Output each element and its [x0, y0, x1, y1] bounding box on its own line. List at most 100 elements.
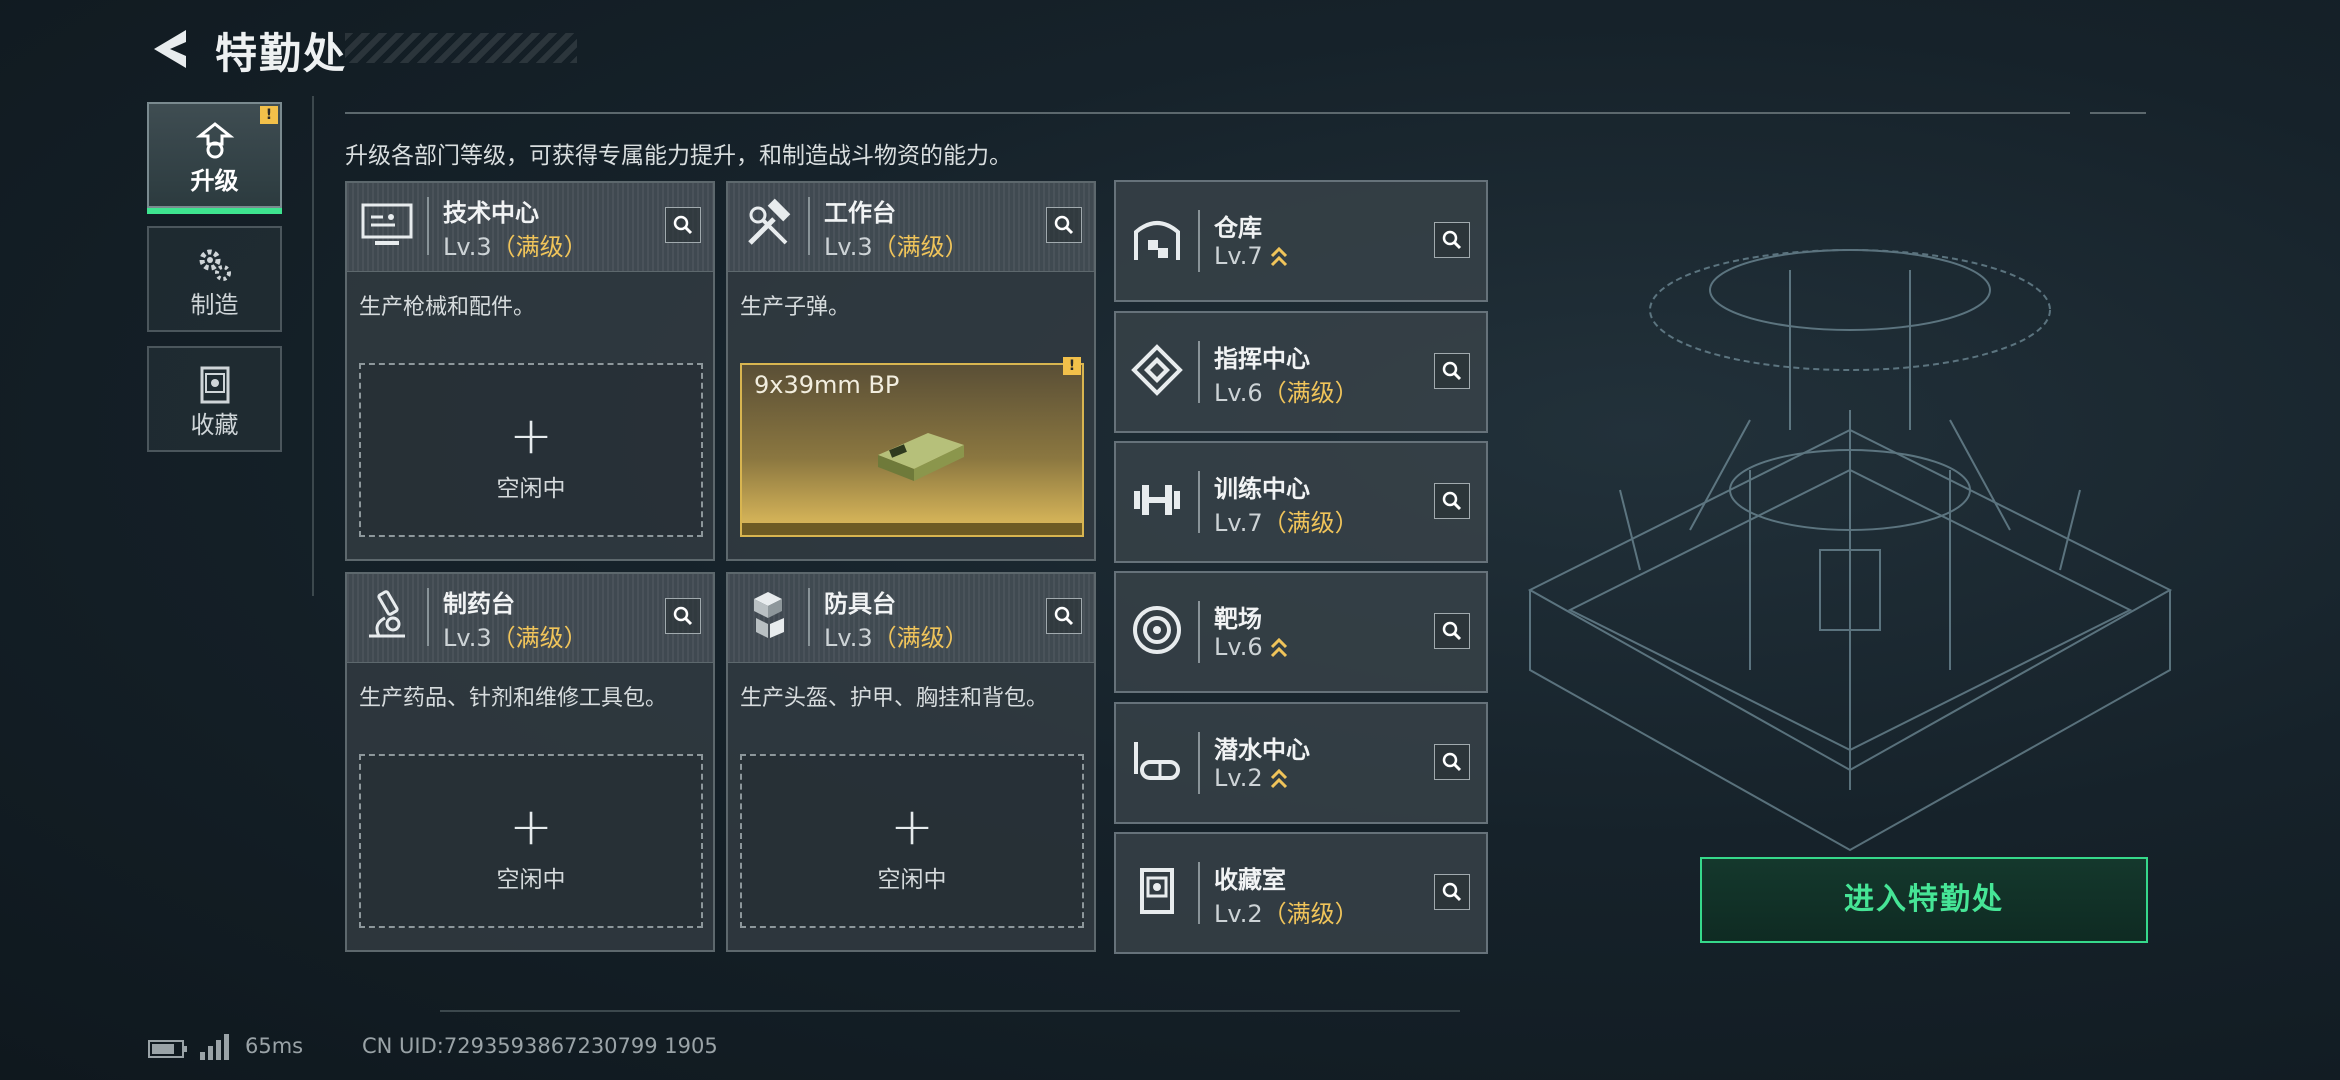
facility-level: Lv.7（满级） [1214, 509, 1359, 537]
add-icon: + [509, 797, 553, 857]
search-icon [673, 606, 693, 626]
dumbbell-icon [1134, 485, 1180, 515]
search-icon [1442, 621, 1462, 641]
divider [312, 96, 314, 596]
department-level: Lv.3（满级） [443, 233, 588, 261]
search-icon [1442, 882, 1462, 902]
department-level: Lv.3（满级） [824, 624, 969, 652]
facility-name: 仓库 [1214, 214, 1262, 242]
page-subtitle: 升级各部门等级，可获得专属能力提升，和制造战斗物资的能力。 [345, 143, 1012, 169]
computer-icon [361, 203, 413, 245]
search-icon [1442, 752, 1462, 772]
armor-boxes-icon [754, 592, 784, 638]
divider [440, 1010, 1460, 1012]
tab-collection[interactable]: 收藏 [147, 346, 282, 452]
tab-label: 收藏 [190, 411, 239, 439]
search-button[interactable] [1434, 483, 1470, 519]
user-uid: CN UID:7293593867230799 1905 [362, 1034, 718, 1058]
search-button[interactable] [1434, 744, 1470, 780]
search-button[interactable] [1046, 598, 1082, 634]
tab-label: 制造 [190, 291, 239, 319]
warning-badge: ! [1063, 357, 1081, 375]
search-button[interactable] [1434, 353, 1470, 389]
search-button[interactable] [1434, 613, 1470, 649]
department-description: 生产子弹。 [740, 295, 851, 320]
title-decoration [345, 33, 577, 63]
tab-upgrade[interactable]: ! 升级 [147, 102, 282, 214]
slot-status: 空闲中 [496, 476, 566, 502]
facility-card-command-center[interactable]: 指挥中心 Lv.6（满级） [1114, 311, 1488, 433]
add-icon: + [509, 406, 553, 466]
collection-icon [200, 366, 229, 404]
tab-craft[interactable]: 制造 [147, 226, 282, 332]
warning-badge: ! [260, 106, 278, 124]
facility-level: Lv.2 [1214, 764, 1288, 792]
search-icon [1442, 361, 1462, 381]
search-button[interactable] [665, 598, 701, 634]
search-button[interactable] [1046, 207, 1082, 243]
building-wireframe-image [1527, 249, 2173, 852]
department-level: Lv.3（满级） [824, 233, 969, 261]
facility-card-warehouse[interactable]: 仓库 Lv.7 [1114, 180, 1488, 302]
production-slot[interactable]: + 空闲中 [359, 363, 703, 537]
department-card-tech-center[interactable]: 技术中心 Lv.3（满级） 生产枪械和配件。 + 空闲中 [345, 181, 715, 561]
product-name: 9x39mm BP [754, 371, 900, 399]
search-icon [673, 215, 693, 235]
facility-name: 收藏室 [1214, 866, 1286, 894]
upgrade-icon [195, 122, 234, 159]
divider [345, 112, 2070, 114]
enter-special-ops-button[interactable]: 进入特勤处 [1700, 857, 2148, 943]
production-slot[interactable]: + 空闲中 [359, 754, 703, 928]
upgrade-available-icon [1271, 637, 1288, 658]
microscope-icon [369, 590, 405, 638]
search-icon [1442, 491, 1462, 511]
facility-level: Lv.7 [1214, 242, 1288, 270]
ammo-box-icon [878, 433, 964, 481]
search-icon [1054, 215, 1074, 235]
department-name: 防具台 [824, 590, 896, 618]
divider [2090, 112, 2146, 114]
department-level: Lv.3（满级） [443, 624, 588, 652]
department-name: 技术中心 [443, 199, 539, 227]
facility-name: 靶场 [1214, 605, 1262, 633]
collection-icon [1140, 868, 1174, 914]
department-name: 工作台 [824, 199, 896, 227]
diving-mask-icon [1134, 742, 1180, 780]
department-card-pharmacy[interactable]: 制药台 Lv.3（满级） 生产药品、针剂和维修工具包。 + 空闲中 [345, 572, 715, 952]
production-slot[interactable]: + 空闲中 [740, 754, 1084, 928]
back-icon[interactable] [148, 26, 190, 72]
search-button[interactable] [665, 207, 701, 243]
production-item[interactable]: 9x39mm BP [740, 363, 1084, 537]
facility-card-collection-room[interactable]: 收藏室 Lv.2（满级） [1114, 832, 1488, 954]
page-title: 特勤处 [215, 29, 348, 78]
facility-name: 训练中心 [1214, 475, 1310, 503]
target-icon [1133, 606, 1181, 654]
department-description: 生产枪械和配件。 [359, 295, 536, 320]
ping-readout: 65ms [245, 1034, 304, 1058]
facility-level: Lv.6（满级） [1214, 379, 1359, 407]
facility-card-diving-center[interactable]: 潜水中心 Lv.2 [1114, 702, 1488, 824]
department-card-workbench[interactable]: 工作台 Lv.3（满级） 生产子弹。 9x39mm BP ! [726, 181, 1096, 561]
facility-level: Lv.6 [1214, 633, 1288, 661]
facility-level: Lv.2（满级） [1214, 900, 1359, 928]
hammer-wrench-icon [748, 198, 791, 245]
signal-icon [200, 1034, 229, 1060]
command-icon [1131, 344, 1183, 396]
slot-status: 空闲中 [877, 867, 947, 893]
department-description: 生产头盔、护甲、胸挂和背包。 [740, 686, 1049, 711]
facility-card-shooting-range[interactable]: 靶场 Lv.6 [1114, 571, 1488, 693]
gear-icon [199, 249, 231, 281]
tab-label: 升级 [190, 167, 239, 195]
facility-name: 指挥中心 [1214, 345, 1310, 373]
department-description: 生产药品、针剂和维修工具包。 [359, 686, 668, 711]
search-button[interactable] [1434, 222, 1470, 258]
upgrade-available-icon [1271, 768, 1288, 789]
battery-icon [148, 1040, 187, 1058]
slot-status: 空闲中 [496, 867, 566, 893]
facility-card-training-center[interactable]: 训练中心 Lv.7（满级） [1114, 441, 1488, 563]
warehouse-icon [1134, 221, 1180, 260]
department-card-armor[interactable]: 防具台 Lv.3（满级） 生产头盔、护甲、胸挂和背包。 + 空闲中 [726, 572, 1096, 952]
search-icon [1442, 230, 1462, 250]
add-icon: + [890, 797, 934, 857]
search-button[interactable] [1434, 874, 1470, 910]
